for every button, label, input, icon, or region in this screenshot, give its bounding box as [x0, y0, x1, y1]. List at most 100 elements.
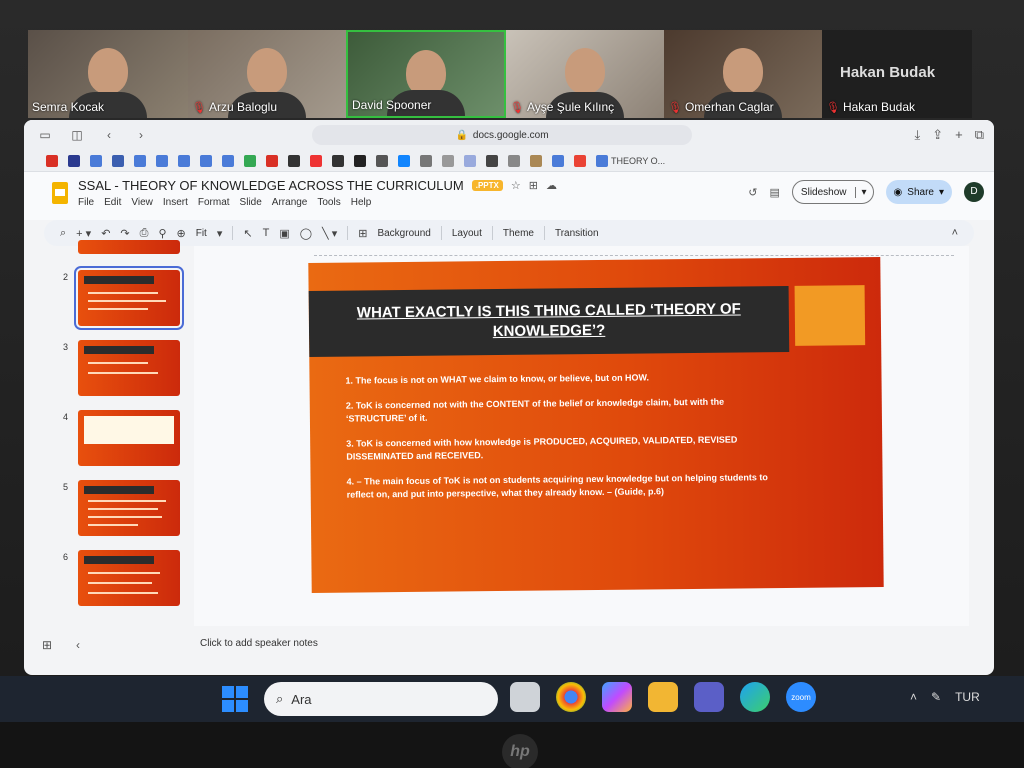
- add-comment-icon[interactable]: ⊞: [358, 227, 367, 240]
- bookmark-icon[interactable]: [288, 154, 300, 167]
- new-tab-icon[interactable]: +: [955, 127, 963, 143]
- pen-icon[interactable]: ✎: [931, 690, 941, 704]
- menu-edit[interactable]: Edit: [104, 197, 121, 208]
- paint-format-icon[interactable]: ⚲: [158, 227, 166, 240]
- file-explorer-icon[interactable]: [648, 682, 678, 712]
- cloud-status-icon[interactable]: ☁: [546, 179, 557, 192]
- slide-thumbnail[interactable]: [78, 550, 180, 606]
- chevron-down-icon[interactable]: ▾: [854, 186, 873, 198]
- slide-thumbnail-selected[interactable]: [74, 266, 184, 330]
- docs-icon[interactable]: [156, 154, 168, 167]
- gmail-icon[interactable]: [46, 154, 58, 167]
- comments-icon[interactable]: ▤: [770, 186, 780, 199]
- line-icon[interactable]: ╲ ▾: [322, 227, 337, 240]
- speaker-notes[interactable]: Click to add speaker notes: [194, 626, 969, 658]
- chevron-up-icon[interactable]: ˄: [910, 690, 917, 704]
- docs-icon[interactable]: [134, 154, 146, 167]
- docs-icon[interactable]: [222, 154, 234, 167]
- gmail-icon[interactable]: [266, 154, 278, 167]
- tabs-icon[interactable]: ⧉: [975, 127, 984, 143]
- menu-tools[interactable]: Tools: [317, 197, 340, 208]
- participant-tile[interactable]: 🎙 Arzu Baloglu: [188, 30, 346, 118]
- bookmark-last[interactable]: THEORY O...: [596, 154, 665, 167]
- teams-icon[interactable]: [694, 682, 724, 712]
- collapse-toolbar-icon[interactable]: ˄: [952, 227, 958, 239]
- slide-thumbnail[interactable]: [78, 240, 180, 254]
- chevron-down-icon[interactable]: ▾: [939, 187, 944, 198]
- search-icon[interactable]: ⌕: [60, 227, 66, 240]
- slide-thumbnail[interactable]: [78, 340, 180, 396]
- docs-icon[interactable]: [200, 154, 212, 167]
- menu-arrange[interactable]: Arrange: [272, 197, 308, 208]
- menu-view[interactable]: View: [131, 197, 153, 208]
- participant-tile[interactable]: Semra Kocak: [28, 30, 188, 118]
- filmstrip-item[interactable]: 2: [50, 266, 184, 330]
- participant-tile[interactable]: 🎙 Ayşe Şule Kılınç: [506, 30, 664, 118]
- background-button[interactable]: Background: [377, 228, 430, 239]
- slide-thumbnail[interactable]: [78, 480, 180, 536]
- download-icon[interactable]: ⤓: [914, 127, 920, 143]
- drive-icon[interactable]: [244, 154, 256, 167]
- chrome-icon[interactable]: [556, 682, 586, 712]
- sidebar-toggle-icon[interactable]: ▭: [34, 127, 56, 143]
- share-button[interactable]: ◉ Share ▾: [885, 180, 952, 204]
- redo-icon[interactable]: ↷: [120, 227, 129, 240]
- slide-title[interactable]: WHAT EXACTLY IS THIS THING CALLED ‘THEOR…: [344, 299, 754, 343]
- participant-tile-no-video[interactable]: Hakan Budak 🎙 Hakan Budak: [822, 30, 972, 118]
- theme-button[interactable]: Theme: [503, 228, 534, 239]
- print-icon[interactable]: ⎙: [140, 227, 149, 240]
- bookmark-icon[interactable]: [376, 154, 388, 167]
- docs-icon[interactable]: [178, 154, 190, 167]
- chevron-down-icon[interactable]: ▾: [217, 227, 223, 240]
- active-speaker-tile[interactable]: David Spooner: [346, 30, 506, 118]
- language-indicator[interactable]: TUR: [955, 690, 980, 704]
- move-folder-icon[interactable]: ⊞: [529, 179, 538, 192]
- current-slide[interactable]: WHAT EXACTLY IS THIS THING CALLED ‘THEOR…: [308, 257, 884, 593]
- participant-tile[interactable]: 🎙 Omerhan Caglar: [664, 30, 822, 118]
- menu-format[interactable]: Format: [198, 197, 230, 208]
- zoom-app-icon[interactable]: zoom: [786, 682, 816, 712]
- youtube-icon[interactable]: [310, 154, 322, 167]
- undo-icon[interactable]: ↶: [101, 227, 110, 240]
- collapse-panel-icon[interactable]: ‹: [76, 638, 80, 652]
- bookmark-icon[interactable]: [332, 154, 344, 167]
- bookmark-icon[interactable]: [442, 154, 454, 167]
- google-icon[interactable]: [574, 154, 586, 167]
- slideshow-button[interactable]: Slideshow ▾: [791, 180, 874, 204]
- select-cursor-icon[interactable]: ↖: [243, 227, 252, 240]
- bookmark-icon[interactable]: [508, 154, 520, 167]
- transition-button[interactable]: Transition: [555, 228, 599, 239]
- slide-thumbnail[interactable]: [78, 410, 180, 466]
- bookmark-icon[interactable]: [420, 154, 432, 167]
- filmstrip-item[interactable]: [50, 240, 180, 254]
- bookmark-icon[interactable]: [486, 154, 498, 167]
- shape-icon[interactable]: ◯: [300, 227, 312, 240]
- task-view-icon[interactable]: [510, 682, 540, 712]
- star-icon[interactable]: ☆: [511, 179, 521, 192]
- bookmark-icon[interactable]: [464, 154, 476, 167]
- menu-insert[interactable]: Insert: [163, 197, 188, 208]
- tab-overview-icon[interactable]: ◫: [66, 127, 88, 143]
- bookmark-icon[interactable]: [68, 154, 80, 167]
- version-history-icon[interactable]: ↺: [748, 186, 757, 199]
- avatar[interactable]: D: [964, 182, 984, 202]
- text-box-icon[interactable]: T: [263, 227, 270, 239]
- filmstrip-item[interactable]: 4: [50, 410, 180, 466]
- new-slide-icon[interactable]: + ▾: [76, 227, 91, 240]
- menu-slide[interactable]: Slide: [240, 197, 262, 208]
- slide-body[interactable]: 1. The focus is not on WHAT we claim to …: [345, 370, 776, 513]
- filmstrip-item[interactable]: 6: [50, 550, 180, 606]
- grid-view-icon[interactable]: ⊞: [42, 638, 52, 652]
- forward-arrow-icon[interactable]: ›: [130, 127, 152, 143]
- x-icon[interactable]: [354, 154, 366, 167]
- address-bar[interactable]: 🔒 docs.google.com: [312, 125, 692, 145]
- filmstrip-item[interactable]: 5: [50, 480, 180, 536]
- docs-icon[interactable]: [90, 154, 102, 167]
- share-icon[interactable]: ⇪: [932, 127, 943, 143]
- taskbar-search[interactable]: ⌕ Ara: [264, 682, 498, 716]
- bluesky-icon[interactable]: [398, 154, 410, 167]
- menu-help[interactable]: Help: [351, 197, 372, 208]
- docs-icon[interactable]: [552, 154, 564, 167]
- bookmark-icon[interactable]: [530, 154, 542, 167]
- layout-button[interactable]: Layout: [452, 228, 482, 239]
